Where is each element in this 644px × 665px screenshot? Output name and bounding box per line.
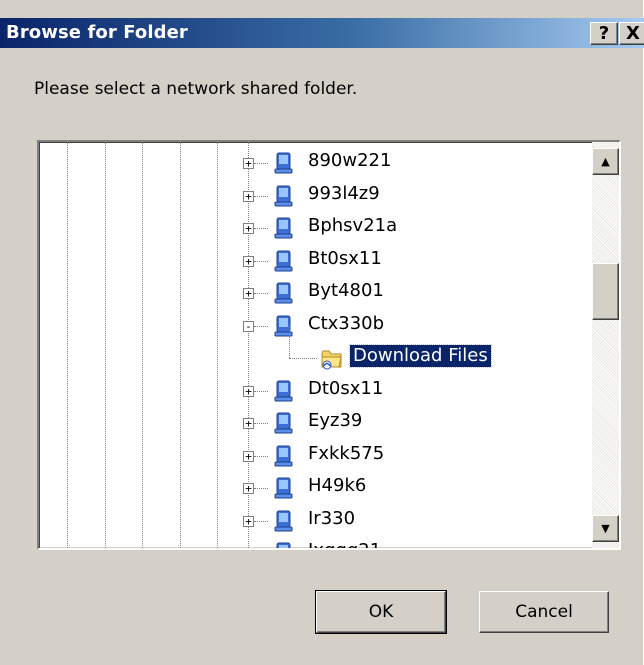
vertical-scrollbar[interactable]: ▲ ▼ — [592, 142, 619, 548]
tree-item[interactable]: + Ir330 — [39, 504, 589, 536]
scroll-thumb[interactable] — [592, 263, 619, 320]
expand-toggle[interactable]: + — [243, 418, 254, 429]
tree-item[interactable]: + Fxkk575 — [39, 439, 589, 471]
tree-item-label[interactable]: Dt0sx11 — [308, 378, 383, 400]
computer-icon — [271, 183, 297, 209]
tree-connector-line — [254, 455, 268, 457]
tree-item-label[interactable]: Byt4801 — [308, 280, 384, 302]
scroll-up-button[interactable]: ▲ — [592, 148, 619, 175]
tree-item[interactable]: +890w221 — [39, 146, 589, 178]
tree-item[interactable]: + Dt0sx11 — [39, 374, 589, 406]
tree-item-label[interactable]: Bt0sx11 — [308, 248, 382, 270]
tree-item-label[interactable]: Eyz39 — [308, 410, 362, 432]
expand-toggle[interactable]: + — [243, 385, 254, 397]
tree-item[interactable]: + H49k6 — [39, 471, 589, 503]
tree-item-label[interactable]: Download Files — [349, 344, 492, 368]
tree-connector-line — [254, 163, 268, 164]
expand-toggle[interactable]: + — [243, 255, 254, 267]
help-button[interactable]: ? — [590, 22, 618, 45]
tree-item[interactable]: +993l4z9 — [39, 179, 589, 211]
tree-item-label[interactable]: Ir330 — [308, 508, 355, 530]
computer-icon — [271, 443, 297, 469]
tree-item[interactable]: + Jxqqq21 — [39, 536, 589, 550]
tree-item-label[interactable]: 993l4z9 — [308, 183, 380, 205]
tree-item[interactable]: - Ctx330b — [39, 309, 589, 341]
collapse-toggle[interactable]: - — [243, 320, 254, 332]
expand-toggle[interactable]: + — [243, 450, 254, 462]
expand-toggle[interactable]: + — [243, 223, 254, 234]
expand-toggle[interactable]: + — [243, 190, 254, 202]
tree-connector-line — [254, 228, 268, 229]
computer-icon — [271, 248, 297, 274]
tree-connector-line — [254, 260, 268, 262]
shared-folder-icon — [319, 345, 345, 371]
tree-connector-line — [254, 325, 268, 327]
tree-item[interactable]: Download Files — [39, 325, 589, 373]
computer-icon — [271, 410, 297, 436]
tree-item[interactable]: + Bt0sx11 — [39, 244, 589, 276]
cancel-button[interactable]: Cancel — [479, 591, 609, 633]
tree-item-label[interactable]: 890w221 — [308, 150, 391, 172]
expand-toggle[interactable]: + — [243, 548, 254, 550]
close-button[interactable]: X — [619, 22, 644, 45]
computer-icon — [271, 215, 297, 241]
prompt-text: Please select a network shared folder. — [34, 79, 358, 99]
computer-icon — [271, 508, 297, 534]
tree-connector-line — [254, 390, 268, 392]
tree-connector-line — [254, 520, 268, 522]
browse-for-folder-dialog: Browse for Folder ? X Please select a ne… — [0, 0, 644, 665]
computer-icon — [271, 280, 297, 306]
tree-item[interactable]: + Eyz39 — [39, 406, 589, 438]
expand-toggle[interactable]: + — [243, 158, 254, 169]
tree-connector-line — [254, 488, 268, 489]
computer-icon — [271, 313, 297, 339]
computer-icon — [271, 378, 297, 404]
tree-item-label[interactable]: Fxkk575 — [308, 443, 384, 465]
computer-icon — [271, 150, 297, 176]
computer-icon — [271, 475, 297, 501]
tree-item-label[interactable]: Bphsv21a — [308, 215, 397, 237]
tree-connector-line — [254, 293, 268, 294]
window-title: Browse for Folder — [6, 22, 188, 43]
tree-connector-line — [289, 325, 290, 358]
tree-item[interactable]: + Bphsv21a — [39, 211, 589, 243]
title-bar[interactable]: Browse for Folder ? X — [0, 18, 644, 48]
ok-button[interactable]: OK — [315, 590, 447, 634]
expand-toggle[interactable]: + — [243, 288, 254, 299]
folder-tree[interactable]: +890w221 +993l4z9 + Bphsv21a + Bt0sx11 + Byt480… — [37, 140, 621, 550]
tree-connector-line — [254, 195, 268, 197]
tree-connector-line — [289, 358, 317, 359]
computer-icon — [271, 540, 297, 548]
expand-toggle[interactable]: + — [243, 483, 254, 494]
expand-toggle[interactable]: + — [243, 515, 254, 527]
tree-item-label[interactable]: H49k6 — [308, 475, 366, 497]
tree-item-label[interactable]: Ctx330b — [308, 313, 384, 335]
tree-item[interactable]: + Byt4801 — [39, 276, 589, 308]
tree-connector-line — [254, 423, 268, 424]
scroll-down-button[interactable]: ▼ — [592, 515, 619, 542]
tree-item-label[interactable]: Jxqqq21 — [308, 540, 381, 548]
